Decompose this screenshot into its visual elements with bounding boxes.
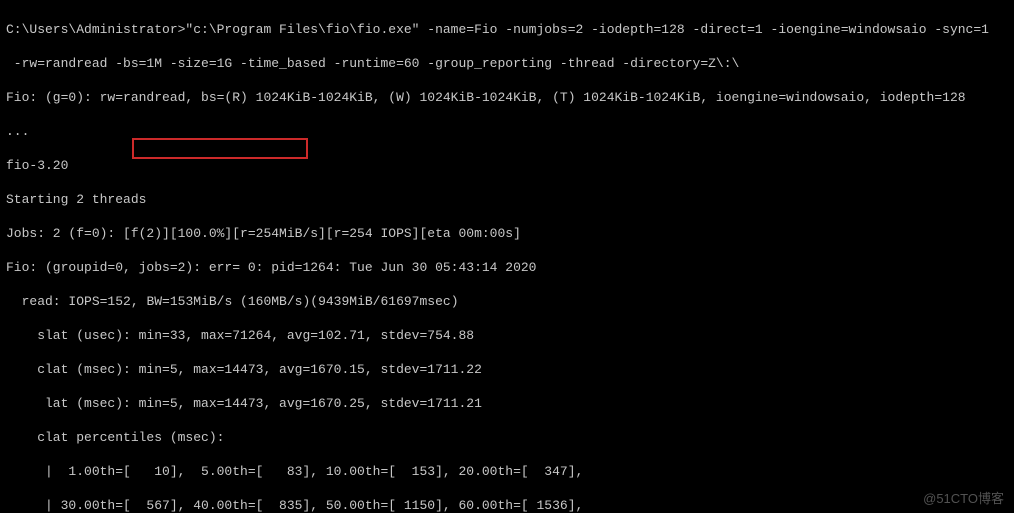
slat: slat (usec): min=33, max=71264, avg=102.…: [6, 327, 1008, 344]
clat: clat (msec): min=5, max=14473, avg=1670.…: [6, 361, 1008, 378]
read-summary: read: IOPS=152, BW=153MiB/s (160MB/s)(94…: [6, 293, 1008, 310]
watermark: @51CTO博客: [923, 490, 1004, 507]
clat-pct-1: | 1.00th=[ 10], 5.00th=[ 83], 10.00th=[ …: [6, 463, 1008, 480]
fio-header: Fio: (g=0): rw=randread, bs=(R) 1024KiB-…: [6, 89, 1008, 106]
read-suffix: (9439MiB/61697msec): [310, 294, 458, 309]
ellipsis: ...: [6, 123, 1008, 140]
fio-groupid: Fio: (groupid=0, jobs=2): err= 0: pid=12…: [6, 259, 1008, 276]
clat-pct-header: clat percentiles (msec):: [6, 429, 1008, 446]
terminal-output: C:\Users\Administrator>"c:\Program Files…: [0, 0, 1014, 513]
read-bw-highlighted: BW=153MiB/s (160MB/s): [146, 294, 310, 309]
fio-version: fio-3.20: [6, 157, 1008, 174]
clat-pct-2: | 30.00th=[ 567], 40.00th=[ 835], 50.00t…: [6, 497, 1008, 513]
jobs-status: Jobs: 2 (f=0): [f(2)][100.0%][r=254MiB/s…: [6, 225, 1008, 242]
cmd-line-1: C:\Users\Administrator>"c:\Program Files…: [6, 21, 1008, 38]
read-prefix: read: IOPS=152,: [6, 294, 146, 309]
cmd-line-2: -rw=randread -bs=1M -size=1G -time_based…: [6, 55, 1008, 72]
lat: lat (msec): min=5, max=14473, avg=1670.2…: [6, 395, 1008, 412]
starting-threads: Starting 2 threads: [6, 191, 1008, 208]
